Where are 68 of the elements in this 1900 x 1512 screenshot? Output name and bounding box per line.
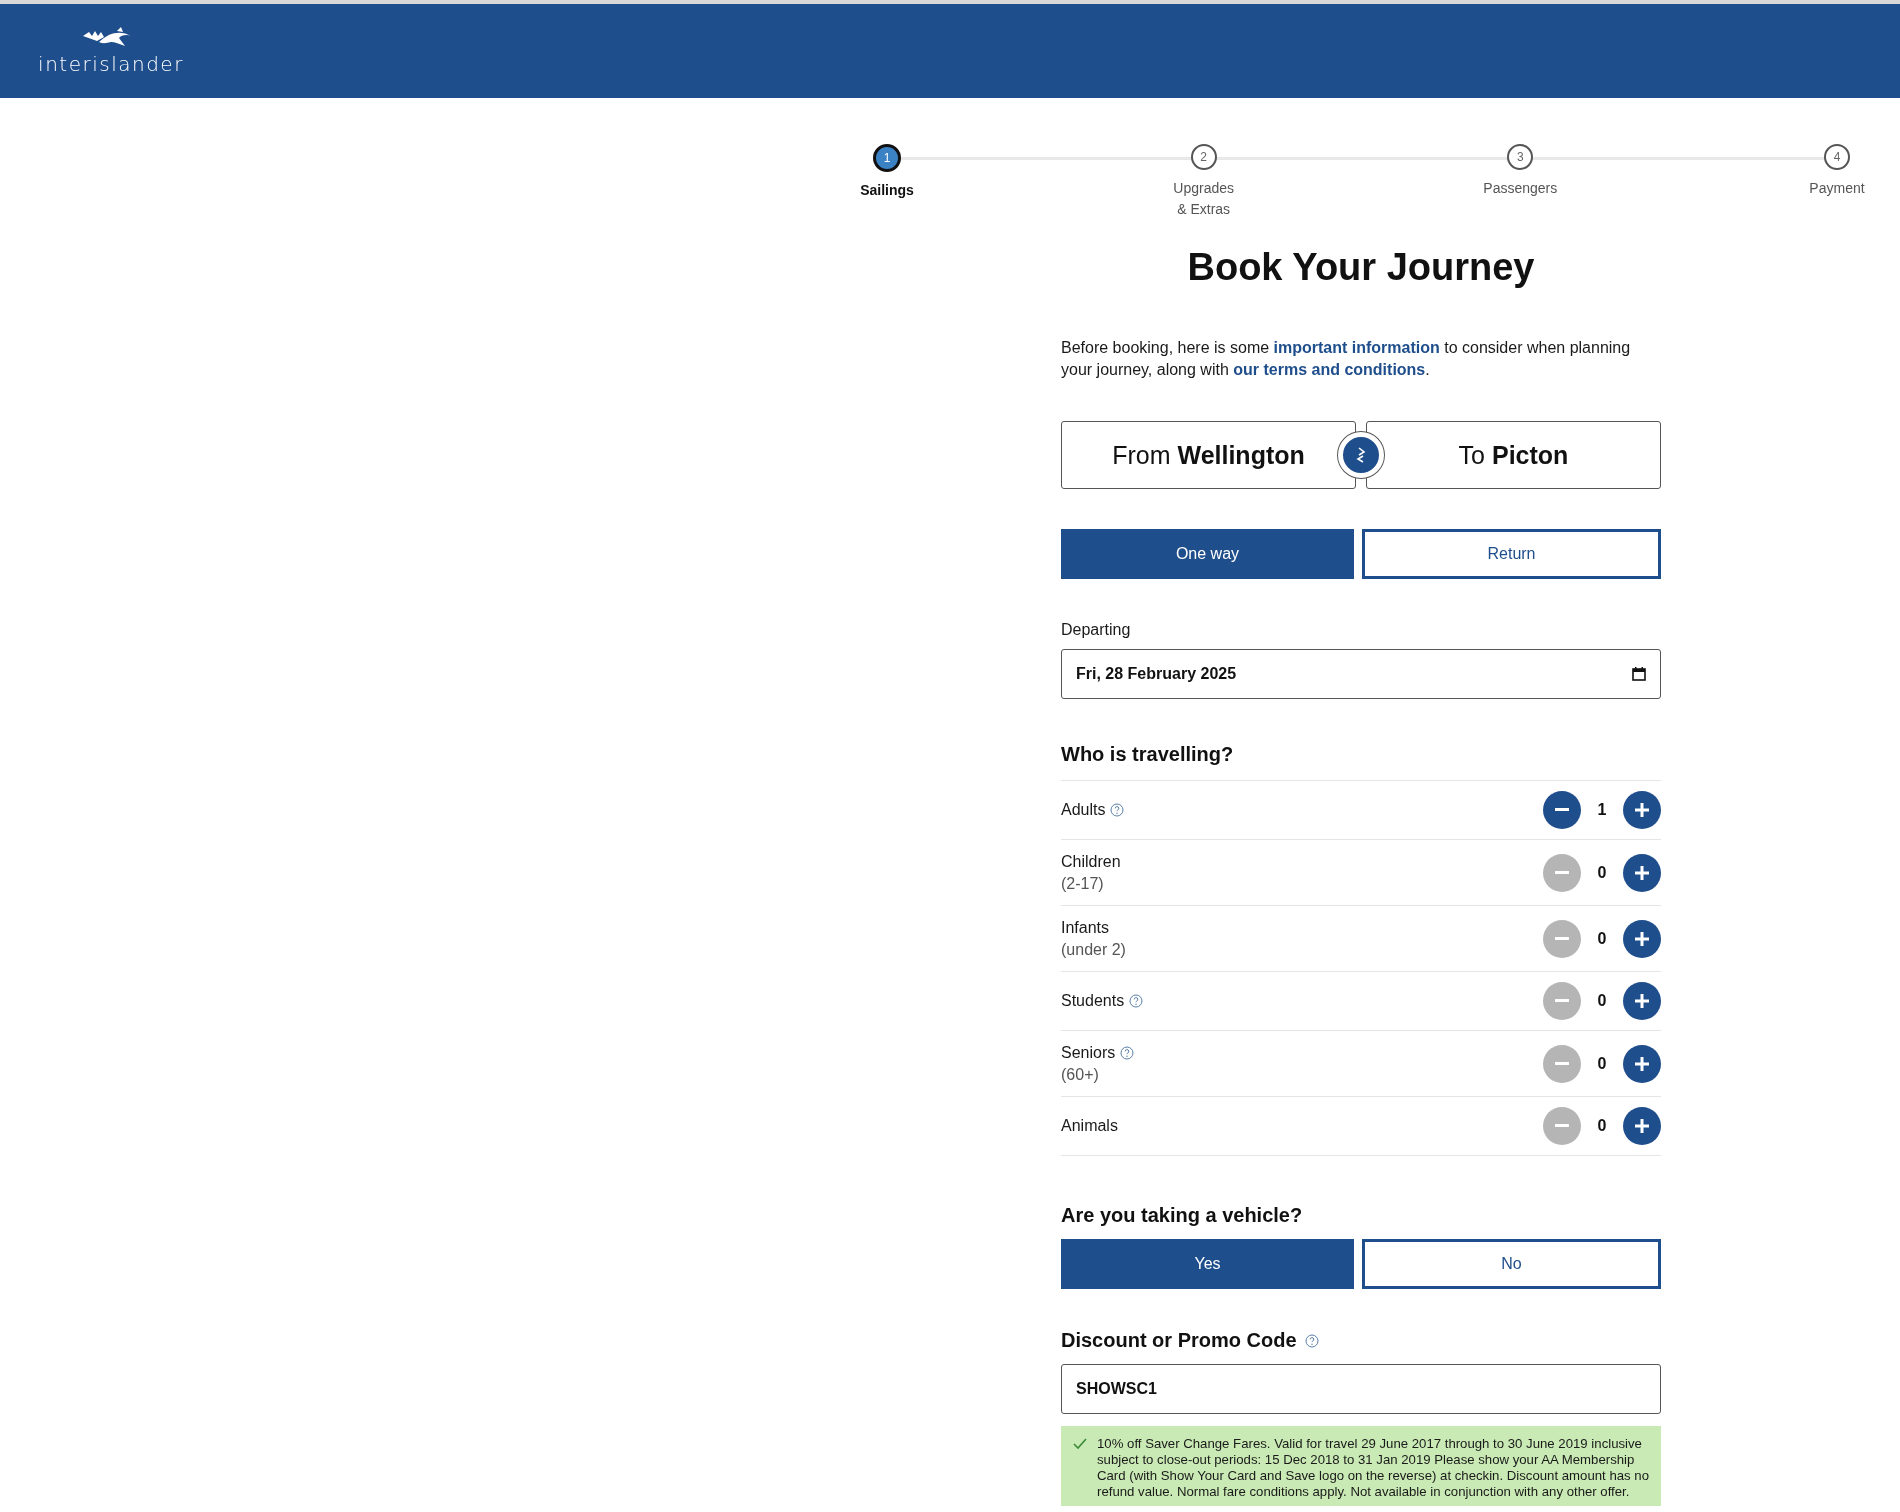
step-label: Sailings [860,181,914,200]
passenger-count: 1 [1596,801,1608,819]
check-icon [1073,1438,1087,1450]
help-icon[interactable] [1129,994,1144,1008]
passenger-count: 0 [1596,863,1608,882]
swap-icon [1354,446,1368,464]
increment-button[interactable] [1623,853,1661,892]
passenger-count: 0 [1596,929,1608,948]
passenger-count: 0 [1596,1054,1608,1073]
section-heading: Who is travelling? [1061,743,1234,766]
step-label: & Extras [1177,200,1231,219]
plus-icon [1635,865,1649,880]
step-number[interactable]: 4 [1823,144,1850,170]
vehicle-toggle[interactable]: Yes [1061,1239,1354,1289]
page-title: Book Your Journey [1186,246,1536,289]
promo-description: 10% off Saver Change Fares. Valid for travel 29 June 2017 through to 30 June 2019 inclusive subject to close-out periods: 15 Dec 2018 to 31 Jan 2019 Please show your AA Membership Card (with Show Your Card and Save logo on the reverse) at checkin. Discount amount has no refund value. Normal fare conditions apply. Not available in conjunction with any other offer. [1097,1436,1649,1500]
calendar-icon[interactable] [1632,667,1646,681]
increment-button[interactable] [1623,982,1661,1020]
help-icon[interactable] [1110,803,1125,817]
age-range: (2-17) [1061,873,1105,894]
minus-icon [1555,808,1569,812]
passenger-type: Seniors [1061,1042,1116,1063]
step-label: Upgrades [1173,179,1234,198]
passenger-type: Adults [1061,800,1106,820]
increment-button[interactable] [1623,1107,1661,1145]
field-label: Departing [1061,621,1132,639]
increment-button[interactable] [1623,1044,1661,1083]
section-heading: Discount or Promo Code [1061,1329,1297,1352]
step-number[interactable]: 3 [1507,144,1534,170]
passenger-type: Infants [1061,917,1110,938]
increment-button[interactable] [1623,919,1661,958]
passenger-type: Students [1061,991,1125,1011]
passenger-count: 0 [1596,1117,1608,1135]
plus-icon [1635,994,1649,1008]
step-label: Payment [1809,179,1865,198]
passenger-count: 0 [1596,992,1608,1010]
step-number[interactable]: 1 [873,144,901,172]
section-heading: Are you taking a vehicle? [1061,1204,1303,1227]
age-range: (under 2) [1061,939,1126,960]
passenger-type: Children [1061,851,1121,872]
plus-icon [1635,931,1649,946]
logo-text: interislander [38,52,184,76]
increment-button[interactable] [1623,791,1661,829]
destination-selector[interactable]: To Picton [1366,421,1661,489]
help-icon[interactable] [1304,1333,1319,1348]
age-range: (60+) [1061,1064,1100,1085]
trip-type-toggle[interactable]: Return [1362,529,1661,579]
minus-icon [1555,999,1569,1003]
decrement-button[interactable] [1543,791,1581,829]
minus-icon [1555,870,1569,875]
step-label: Passengers [1483,179,1558,198]
intro-paragraph: Before booking, here is some important information to consider when planning your journey, along with our terms and conditions. [1061,338,1632,380]
trip-type-toggle[interactable]: One way [1061,529,1354,579]
minus-icon [1555,1124,1569,1128]
minus-icon [1555,936,1569,941]
plus-icon [1635,1056,1649,1071]
help-icon[interactable] [1120,1045,1135,1060]
passenger-type: Animals [1061,1116,1118,1136]
step-number[interactable]: 2 [1190,144,1217,170]
info-link[interactable]: important information [1273,339,1440,356]
minus-icon [1555,1061,1569,1066]
origin-selector[interactable]: From Wellington [1061,421,1356,489]
date-field[interactable]: Fri, 28 February 2025 [1061,649,1661,699]
vehicle-toggle[interactable]: No [1362,1239,1661,1289]
info-link[interactable]: our terms and conditions [1233,361,1426,378]
plus-icon [1635,803,1649,817]
plus-icon [1635,1119,1649,1133]
promo-code-field[interactable]: SHOWSC1 [1061,1364,1661,1414]
